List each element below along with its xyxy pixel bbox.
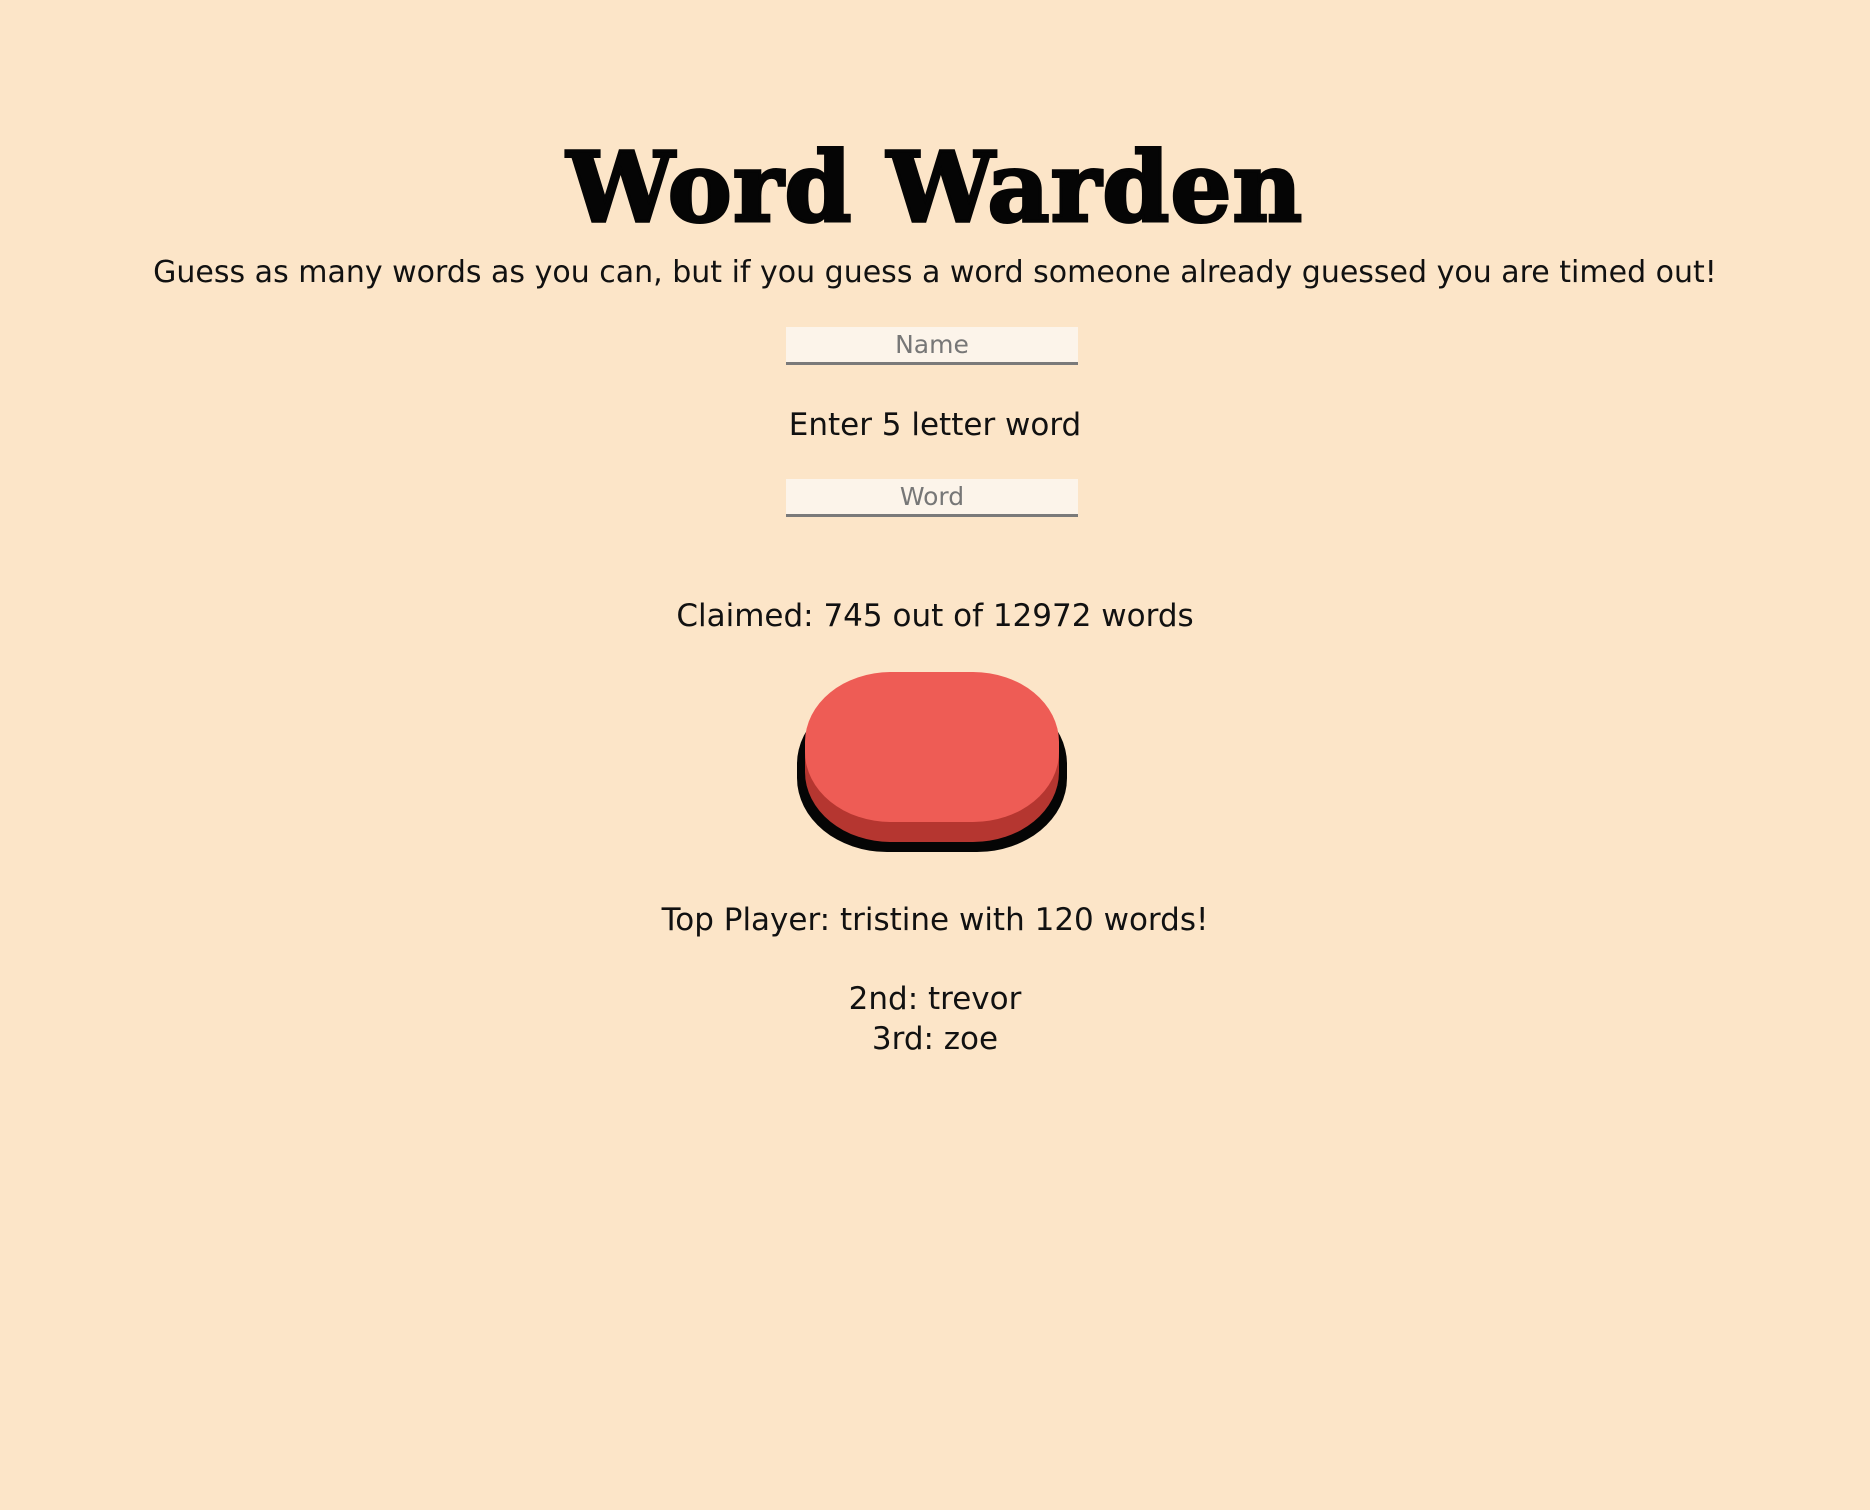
page-title: Word Warden	[565, 130, 1304, 245]
top-player-text: Top Player: tristine with 120 words!	[661, 902, 1209, 938]
third-place-text: 3rd: zoe	[871, 1021, 999, 1057]
word-warden-page: Word Warden Guess as many words as you c…	[0, 0, 1870, 1510]
button-cap	[805, 672, 1059, 822]
second-place-text: 2nd: trevor	[848, 981, 1022, 1017]
word-prompt-label: Enter 5 letter word	[788, 407, 1082, 443]
submit-big-red-button[interactable]	[797, 670, 1067, 852]
name-input[interactable]	[786, 327, 1078, 365]
claimed-count: Claimed: 745 out of 12972 words	[676, 598, 1194, 634]
game-description: Guess as many words as you can, but if y…	[153, 255, 1717, 290]
word-input[interactable]	[786, 479, 1078, 517]
